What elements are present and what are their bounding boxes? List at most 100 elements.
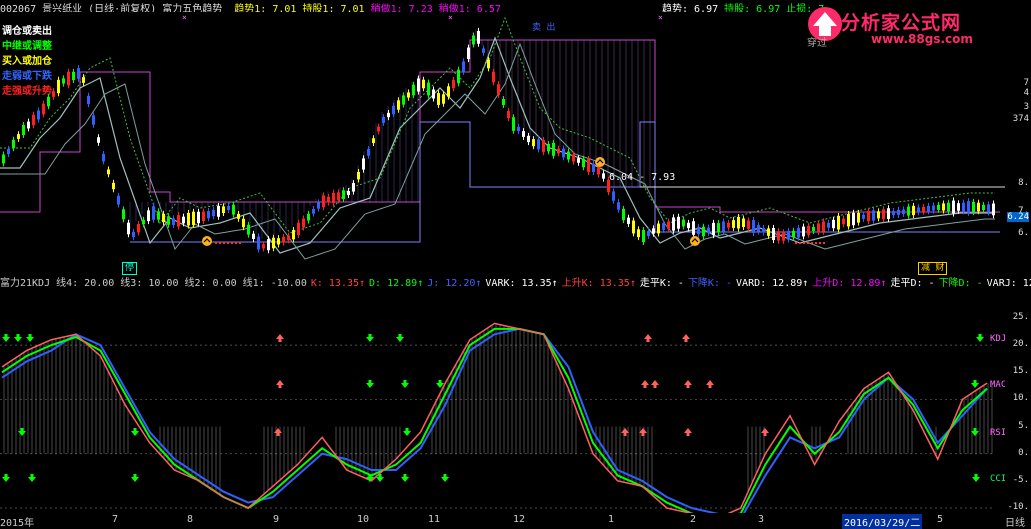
candle-body <box>787 230 790 240</box>
price-tick: 8. <box>1018 178 1029 188</box>
marker-dot <box>815 242 817 244</box>
tag-top: 卖 出 <box>532 23 556 33</box>
candle-body <box>457 69 460 84</box>
candle-body <box>262 244 265 249</box>
candle-body <box>692 221 695 235</box>
candle-body <box>957 203 960 211</box>
down-arrow-icon <box>401 380 409 388</box>
kdj-tick: 20. <box>1012 339 1029 350</box>
candle-body <box>582 158 585 168</box>
candle-body <box>992 203 995 216</box>
candle-body <box>507 110 510 119</box>
up-arrow-icon <box>644 334 652 342</box>
up-arrow-icon <box>641 380 649 388</box>
candle-body <box>2 154 5 164</box>
candle-body <box>772 227 775 241</box>
price-tick: 4 <box>1023 88 1029 98</box>
marker-dot <box>219 242 221 244</box>
stock-title: 002067 景兴纸业 (日线·前复权) 富力五色趋势 <box>0 4 223 12</box>
candle-body <box>697 226 700 235</box>
price-chart[interactable]: × × × <box>0 12 1005 272</box>
candle-body <box>817 223 820 233</box>
candle-body <box>982 204 985 210</box>
kdj-header-item: 走平D: - <box>890 278 935 287</box>
candle-body <box>372 138 375 144</box>
candle-body <box>187 212 190 226</box>
candle-body <box>287 235 290 241</box>
title-indicator: 趋势1: 7.01 <box>234 4 297 12</box>
candle-body <box>677 216 680 229</box>
marker-dot <box>227 242 229 244</box>
candle-body <box>532 139 535 147</box>
candle-body <box>922 206 925 212</box>
candle-body <box>567 151 570 160</box>
candle-body <box>652 228 655 234</box>
marker-dot <box>823 242 825 244</box>
candle-body <box>837 215 840 230</box>
candle-body <box>247 224 250 235</box>
candle-body <box>22 125 25 135</box>
candle-body <box>512 117 515 131</box>
candle-body <box>727 222 730 228</box>
candle-body <box>17 134 20 139</box>
candle-body <box>202 211 205 222</box>
kdj-header-item: D: 12.89↑ <box>369 278 424 287</box>
candle-body <box>777 231 780 241</box>
ma-long-line <box>0 42 995 260</box>
candle-body <box>687 222 690 229</box>
marker-dot <box>223 242 225 244</box>
candle-body <box>747 220 750 229</box>
candle-body <box>352 183 355 192</box>
candle-body <box>832 219 835 229</box>
candle-body <box>972 201 975 213</box>
candle-body <box>67 71 70 86</box>
kdj-header-item: 上升D: 12.89↑ <box>812 278 887 287</box>
candle-body <box>87 95 90 105</box>
top-x-marker: × <box>658 13 663 22</box>
candle-body <box>742 218 745 227</box>
kdj-chart[interactable]: KDJ MAC RSI CCI <box>0 288 1005 513</box>
down-arrow-icon <box>131 474 139 482</box>
candle-body <box>712 222 715 236</box>
candle-body <box>707 227 710 233</box>
candle-body <box>987 204 990 213</box>
candle-body <box>142 219 145 225</box>
candle-body <box>647 231 650 236</box>
candle-body <box>357 171 360 180</box>
candle-body <box>632 220 635 234</box>
candle-body <box>517 126 520 132</box>
candle-body <box>447 86 450 97</box>
candle-body <box>177 215 180 227</box>
marker-dot <box>807 242 809 244</box>
candle-body <box>627 217 630 224</box>
marker-dot <box>803 242 805 244</box>
candle-body <box>902 209 905 215</box>
candle-body <box>587 158 590 173</box>
marker-dot <box>215 242 217 244</box>
down-arrow-icon <box>131 428 139 436</box>
candle-body <box>792 230 795 238</box>
kdj-header-item: 下降K: - <box>687 278 733 287</box>
kdj-line-label: MAC <box>990 380 1005 390</box>
down-arrow-icon <box>366 380 374 388</box>
candle-body <box>132 231 135 238</box>
candle-body <box>387 112 390 118</box>
date-tick: 5 <box>937 514 944 525</box>
candle-body <box>807 225 810 235</box>
candle-body <box>302 218 305 228</box>
candle-body <box>857 212 860 223</box>
up-arrow-icon <box>276 334 284 342</box>
candle-body <box>342 190 345 200</box>
candle-body <box>767 228 770 236</box>
kdj-header: 富力21KDJ 线4: 20.00 线3: 10.00 线2: 0.00 线1:… <box>0 274 1031 287</box>
candle-body <box>622 208 625 221</box>
date-axis: 2015年 7 8 9 10 11 12 1 2 3 2016/03/29/二 5 日线 <box>0 513 1031 529</box>
kdj-header-item: VARD: 12.89↑ <box>736 278 809 287</box>
candle-body <box>867 211 870 222</box>
candle-body <box>537 139 540 150</box>
candle-body <box>452 79 455 89</box>
candle-body <box>572 154 575 162</box>
candle-body <box>897 209 900 215</box>
kdj-tick: -10. <box>1007 502 1029 512</box>
candle-body <box>292 229 295 240</box>
